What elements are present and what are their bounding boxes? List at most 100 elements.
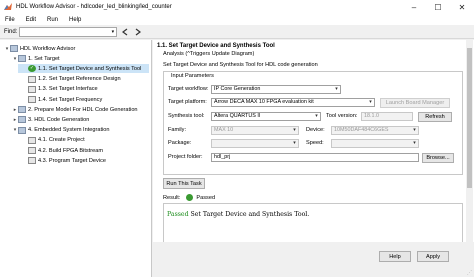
tree-item[interactable]: 4.1. Create Project [0,136,150,145]
result-passed-word: Passed [167,211,189,218]
target-workflow-select[interactable]: IP Core Generation ▾ [211,85,341,94]
launch-board-manager-button[interactable]: Launch Board Manager [380,97,450,108]
package-select: ▾ [211,139,299,148]
tree-item-label: 4.3. Program Target Device [38,157,106,164]
tree-item[interactable]: 1.3. Set Target Interface [0,85,150,94]
result-label: Result: [163,194,181,201]
scrollbar-thumb[interactable] [467,48,472,188]
project-folder-label: Project folder: [168,154,203,160]
folder-icon [10,45,18,52]
chevron-down-icon: ▾ [315,113,318,119]
task-icon [28,136,36,144]
tree-item-label: 1.1. Set Target Device and Synthesis Too… [38,65,142,72]
title-bar: HDL Workflow Advisor - hdlcoder_led_blin… [0,0,474,14]
tree-item[interactable]: ▸ 3. HDL Code Generation [0,115,150,124]
tree-item[interactable]: 1.4. Set Target Frequency [0,95,150,104]
window-title: HDL Workflow Advisor - hdlcoder_led_blin… [16,4,172,10]
tree-item[interactable]: ✓ 1.1. Set Target Device and Synthesis To… [18,64,149,74]
find-label: Find: [4,28,18,35]
menu-file[interactable]: File [5,17,15,23]
close-button[interactable]: ✕ [450,0,474,14]
tree-item[interactable]: 1.2. Set Target Reference Design [0,75,150,84]
find-next-icon[interactable] [132,27,143,37]
menu-edit[interactable]: Edit [26,17,36,23]
refresh-button[interactable]: Refresh [418,111,452,122]
matlab-icon [4,3,12,10]
synthesis-tool-label: Synthesis tool: [168,113,205,119]
target-workflow-label: Target workflow: [168,86,209,92]
chevron-down-icon: ▾ [293,127,296,133]
tree-item[interactable]: ▾ 4. Embedded System Integration [0,126,150,135]
find-dropdown-icon[interactable]: ▾ [109,28,116,36]
menu-help[interactable]: Help [69,17,81,23]
device-value: 10M50DAF484C6GES [334,127,389,133]
menu-bar: File Edit Run Help [0,14,474,25]
package-label: Package: [168,140,192,146]
tree-item[interactable]: ▾ 1. Set Target [0,54,150,63]
synthesis-tool-value: Altera QUARTUS II [214,113,261,119]
result-message-text: Set Target Device and Synthesis Tool. [188,211,310,218]
tree-item-label: 1.4. Set Target Frequency [38,96,103,103]
tree-item-label: 4. Embedded System Integration [28,127,110,134]
family-select: MAX 10 ▾ [211,126,299,135]
result-status: Passed [196,194,216,201]
chevron-down-icon: ▾ [413,127,416,133]
folder-icon [18,106,26,114]
tree-item-label: 3. HDL Code Generation [28,116,90,123]
device-select: 10M50DAF484C6GES ▾ [331,126,419,135]
tree-item-label: 1.3. Set Target Interface [38,86,98,93]
tree-item-label: 4.1. Create Project [38,137,85,144]
result-row: Result: Passed [163,194,215,201]
task-icon [28,85,36,93]
target-platform-label: Target platform: [168,99,207,105]
tree-item[interactable]: 4.2. Build FPGA Bitstream [0,146,150,155]
find-previous-icon[interactable] [119,27,130,37]
find-input[interactable]: ▾ [19,26,118,37]
chevron-down-icon: ▾ [335,86,338,92]
bottom-button-bar: Help Apply ⋰ [153,242,474,277]
folder-icon [18,126,26,134]
run-this-task-button[interactable]: Run This Task [163,178,205,189]
input-parameters-title: Input Parameters [170,73,215,79]
input-parameters-group: Input Parameters Target workflow: IP Cor… [163,71,463,175]
task-tree: ▾ HDL Workflow Advisor ▾ 1. Set Target ✓ 1.1.… [0,40,152,277]
chevron-down-icon: ▾ [369,99,372,105]
tree-item[interactable]: 4.3. Program Target Device [0,156,150,165]
apply-button[interactable]: Apply [417,251,449,262]
task-icon [28,75,36,83]
task-description: Set Target Device and Synthesis Tool for… [163,62,318,68]
task-icon [28,96,36,103]
tree-item-label: 1. Set Target [28,55,60,62]
tree-item-label: 2. Prepare Model For HDL Code Generation [28,106,138,113]
tree-item-label: HDL Workflow Advisor [20,45,76,52]
maximize-button[interactable]: ☐ [426,0,450,14]
menu-run[interactable]: Run [47,17,58,23]
chevron-down-icon: ▾ [413,140,416,146]
task-icon [28,157,36,165]
tree-item-label: 1.2. Set Target Reference Design [38,76,121,83]
analysis-label: Analysis (^Triggers Update Diagram) [163,51,255,57]
tree-item[interactable]: ▾ HDL Workflow Advisor [0,44,150,53]
target-platform-value: Arrow DECA MAX 10 FPGA evaluation kit [214,99,314,105]
task-icon [28,147,36,154]
folder-icon [18,116,26,124]
check-icon: ✓ [28,65,36,73]
task-header: 1.1. Set Target Device and Synthesis Too… [157,43,275,49]
tree-item[interactable]: ▸ 2. Prepare Model For HDL Code Generatio… [0,105,150,114]
project-folder-input[interactable]: hdl_prj [211,153,419,162]
speed-label: Speed: [306,140,324,146]
resize-grip-icon[interactable]: ⋰ [467,270,473,276]
passed-status-icon [186,194,194,201]
minimize-button[interactable]: – [402,0,426,14]
device-label: Device: [306,127,325,133]
result-message: Passed Set Target Device and Synthesis T… [167,211,309,218]
tree-item-label: 4.2. Build FPGA Bitstream [38,147,103,154]
speed-select: ▾ [331,139,419,148]
target-platform-select[interactable]: Arrow DECA MAX 10 FPGA evaluation kit ▾ [211,98,375,107]
synthesis-tool-select[interactable]: Altera QUARTUS II ▾ [211,112,321,121]
help-button[interactable]: Help [379,251,411,262]
tool-version-field: 18.1.0 [361,112,413,121]
browse-button[interactable]: Browse... [422,152,454,163]
folder-icon [18,55,26,63]
chevron-down-icon: ▾ [293,140,296,146]
